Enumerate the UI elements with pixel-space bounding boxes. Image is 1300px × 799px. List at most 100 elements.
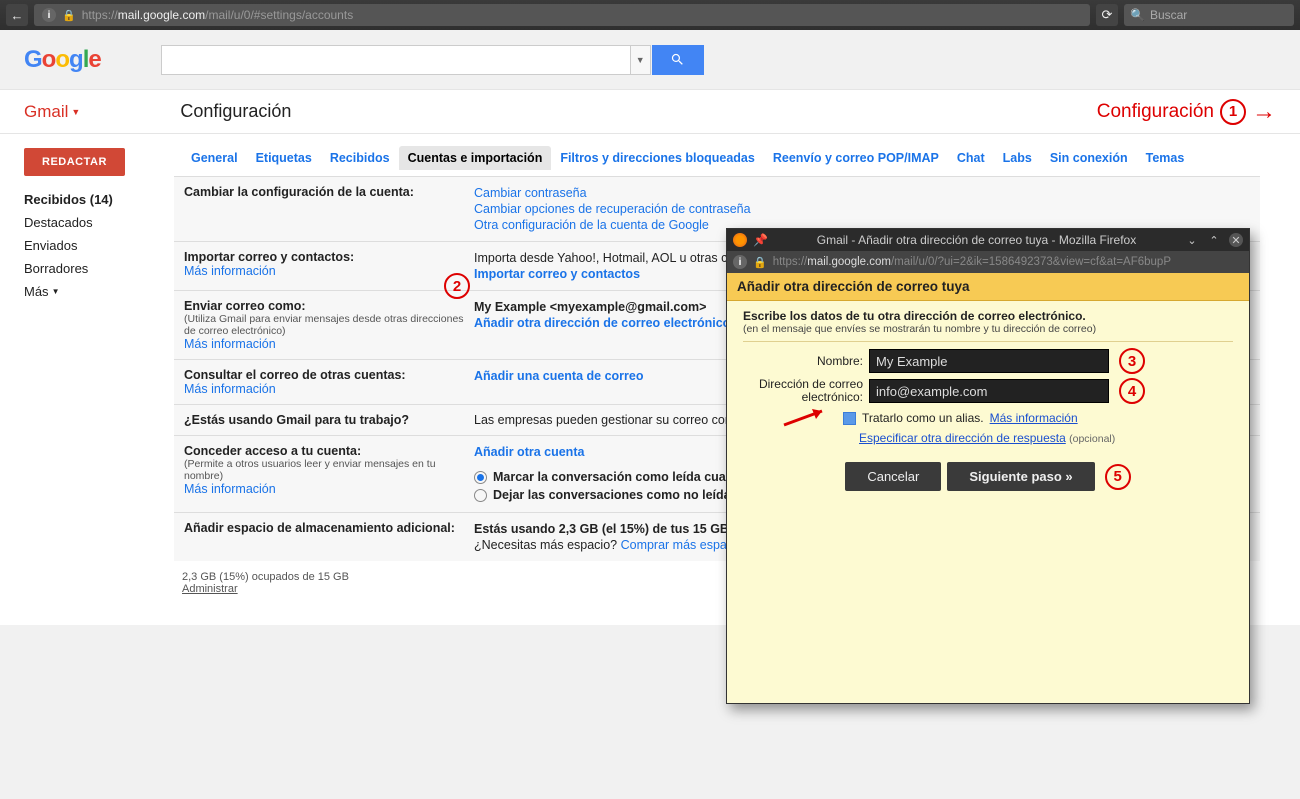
- sidebar-item-more[interactable]: Más▼: [24, 280, 156, 303]
- firefox-icon: [733, 233, 747, 247]
- tab-chat[interactable]: Chat: [948, 146, 994, 170]
- sidebar-item-starred[interactable]: Destacados: [24, 211, 156, 234]
- tab-cuentas-e-importaci-n[interactable]: Cuentas e importación: [399, 146, 552, 170]
- chevron-down-icon: ▼: [52, 287, 60, 296]
- send-as-account: My Example <myexample@gmail.com>: [474, 299, 730, 315]
- link-change-password[interactable]: Cambiar contraseña: [474, 185, 751, 201]
- tab-labs[interactable]: Labs: [994, 146, 1041, 170]
- lock-icon: 🔒: [62, 9, 76, 22]
- annotation-2: 2: [444, 273, 470, 299]
- arrow-right-icon: →: [1252, 98, 1276, 126]
- gmail-dropdown[interactable]: Gmail▼: [24, 102, 80, 122]
- popup-add-address: 📌 Gmail - Añadir otra dirección de corre…: [726, 228, 1250, 704]
- row-label: Enviar correo como:: [184, 299, 306, 313]
- browser-search[interactable]: 🔍 Buscar: [1124, 4, 1294, 26]
- storage-usage: Estás usando 2,3 GB (el 15%) de tus 15 G…: [474, 521, 753, 537]
- tab-etiquetas[interactable]: Etiquetas: [247, 146, 321, 170]
- popup-body: Escribe los datos de tu otra dirección d…: [727, 301, 1249, 505]
- link-alias-more[interactable]: Más información: [990, 411, 1078, 425]
- link-more-info[interactable]: Más información: [184, 264, 474, 278]
- link-change-recovery[interactable]: Cambiar opciones de recuperación de cont…: [474, 201, 751, 217]
- row-sublabel: (Utiliza Gmail para enviar mensajes desd…: [184, 313, 474, 337]
- search-placeholder: Buscar: [1150, 8, 1187, 22]
- row-label: Importar correo y contactos:: [184, 250, 354, 264]
- maximize-button[interactable]: ⌃: [1207, 233, 1221, 247]
- popup-url-bar[interactable]: i 🔒 https://mail.google.com/mail/u/0/?ui…: [727, 251, 1249, 273]
- alias-checkbox[interactable]: [843, 412, 856, 425]
- search-icon: 🔍: [1130, 8, 1145, 22]
- search-icon: [670, 52, 685, 67]
- link-more-info[interactable]: Más información: [184, 482, 474, 496]
- link-add-address[interactable]: Añadir otra dirección de correo electrón…: [474, 315, 730, 331]
- info-icon: i: [733, 255, 747, 269]
- link-add-another[interactable]: Añadir otra cuenta: [474, 444, 756, 460]
- tab-filtros-y-direcciones-bloqueadas[interactable]: Filtros y direcciones bloqueadas: [551, 146, 764, 170]
- google-header: Google ▼: [0, 30, 1300, 90]
- browser-toolbar: ← i 🔒 https://mail.google.com/mail/u/0/#…: [0, 0, 1300, 30]
- alias-text: Tratarlo como un alias.: [862, 411, 984, 425]
- gmail-search-input[interactable]: [161, 45, 631, 75]
- info-icon: i: [42, 8, 56, 22]
- reload-button[interactable]: ⟳: [1096, 4, 1118, 26]
- next-button[interactable]: Siguiente paso »: [947, 462, 1094, 491]
- link-more-info[interactable]: Más información: [184, 382, 474, 396]
- tab-reenv-o-y-correo-pop-imap[interactable]: Reenvío y correo POP/IMAP: [764, 146, 948, 170]
- page-title: Configuración: [180, 101, 1096, 122]
- tab-temas[interactable]: Temas: [1137, 146, 1194, 170]
- tab-recibidos[interactable]: Recibidos: [321, 146, 399, 170]
- popup-instruction: Escribe los datos de tu otra dirección d…: [743, 309, 1233, 323]
- annotation-1: 1: [1220, 99, 1246, 125]
- annotation-config: Configuración 1 →: [1097, 98, 1276, 126]
- annotation-3: 3: [1119, 348, 1145, 374]
- row-sublabel: (Permite a otros usuarios leer y enviar …: [184, 458, 474, 482]
- annotation-arrow: [782, 405, 832, 429]
- gmail-search-button[interactable]: [652, 45, 704, 75]
- popup-title: Gmail - Añadir otra dirección de correo …: [774, 233, 1179, 247]
- sub-header: Gmail▼ Configuración Configuración 1 →: [0, 90, 1300, 134]
- gmail-search-wrap: ▼: [161, 45, 704, 75]
- link-other-config[interactable]: Otra configuración de la cuenta de Googl…: [474, 217, 751, 233]
- popup-heading: Añadir otra dirección de correo tuya: [727, 273, 1249, 301]
- radio-mark-read[interactable]: Marcar la conversación como leída cuando: [474, 468, 756, 486]
- name-input[interactable]: [869, 349, 1109, 373]
- link-manage[interactable]: Administrar: [182, 583, 238, 595]
- radio-icon: [474, 489, 487, 502]
- popup-title-bar: 📌 Gmail - Añadir otra dirección de corre…: [727, 229, 1249, 251]
- name-label: Nombre:: [743, 354, 863, 368]
- google-logo[interactable]: Google: [24, 46, 101, 74]
- email-input[interactable]: [869, 379, 1109, 403]
- link-more-info[interactable]: Más información: [184, 337, 474, 351]
- minimize-button[interactable]: ⌄: [1185, 233, 1199, 247]
- sidebar-item-drafts[interactable]: Borradores: [24, 257, 156, 280]
- lock-icon: 🔒: [753, 256, 767, 269]
- close-button[interactable]: ✕: [1229, 233, 1243, 247]
- link-specify-reply[interactable]: Especificar otra dirección de respuesta: [859, 431, 1066, 445]
- url-bar[interactable]: i 🔒 https://mail.google.com/mail/u/0/#se…: [34, 4, 1090, 26]
- row-label: Consultar el correo de otras cuentas:: [184, 368, 406, 382]
- link-add-account[interactable]: Añadir una cuenta de correo: [474, 368, 643, 384]
- compose-button[interactable]: REDACTAR: [24, 148, 125, 176]
- optional-text: (opcional): [1069, 433, 1115, 445]
- cancel-button[interactable]: Cancelar: [845, 462, 941, 491]
- annotation-4: 4: [1119, 378, 1145, 404]
- back-button[interactable]: ←: [6, 4, 28, 26]
- tab-general[interactable]: General: [182, 146, 247, 170]
- work-desc: Las empresas pueden gestionar su correo …: [474, 413, 757, 427]
- search-options-dropdown[interactable]: ▼: [631, 45, 651, 75]
- sidebar-item-sent[interactable]: Enviados: [24, 234, 156, 257]
- sidebar: REDACTAR Recibidos (14) Destacados Envia…: [0, 134, 166, 625]
- pin-icon[interactable]: 📌: [753, 233, 768, 247]
- sidebar-item-inbox[interactable]: Recibidos (14): [24, 188, 156, 211]
- storage-question: ¿Necesitas más espacio?: [474, 538, 621, 552]
- radio-leave-unread[interactable]: Dejar las conversaciones como no leídas …: [474, 486, 756, 504]
- radio-icon: [474, 471, 487, 484]
- chevron-down-icon: ▼: [71, 107, 80, 117]
- tab-sin-conexi-n[interactable]: Sin conexión: [1041, 146, 1137, 170]
- row-label: ¿Estás usando Gmail para tu trabajo?: [184, 413, 409, 427]
- email-label: Dirección de correo electrónico:: [743, 378, 863, 404]
- row-label: Cambiar la configuración de la cuenta:: [184, 185, 414, 199]
- row-label: Añadir espacio de almacenamiento adicion…: [184, 521, 455, 535]
- annotation-5: 5: [1105, 464, 1131, 490]
- settings-tabs: GeneralEtiquetasRecibidosCuentas e impor…: [174, 142, 1260, 176]
- popup-subinstruction: (en el mensaje que envíes se mostrarán t…: [743, 323, 1233, 342]
